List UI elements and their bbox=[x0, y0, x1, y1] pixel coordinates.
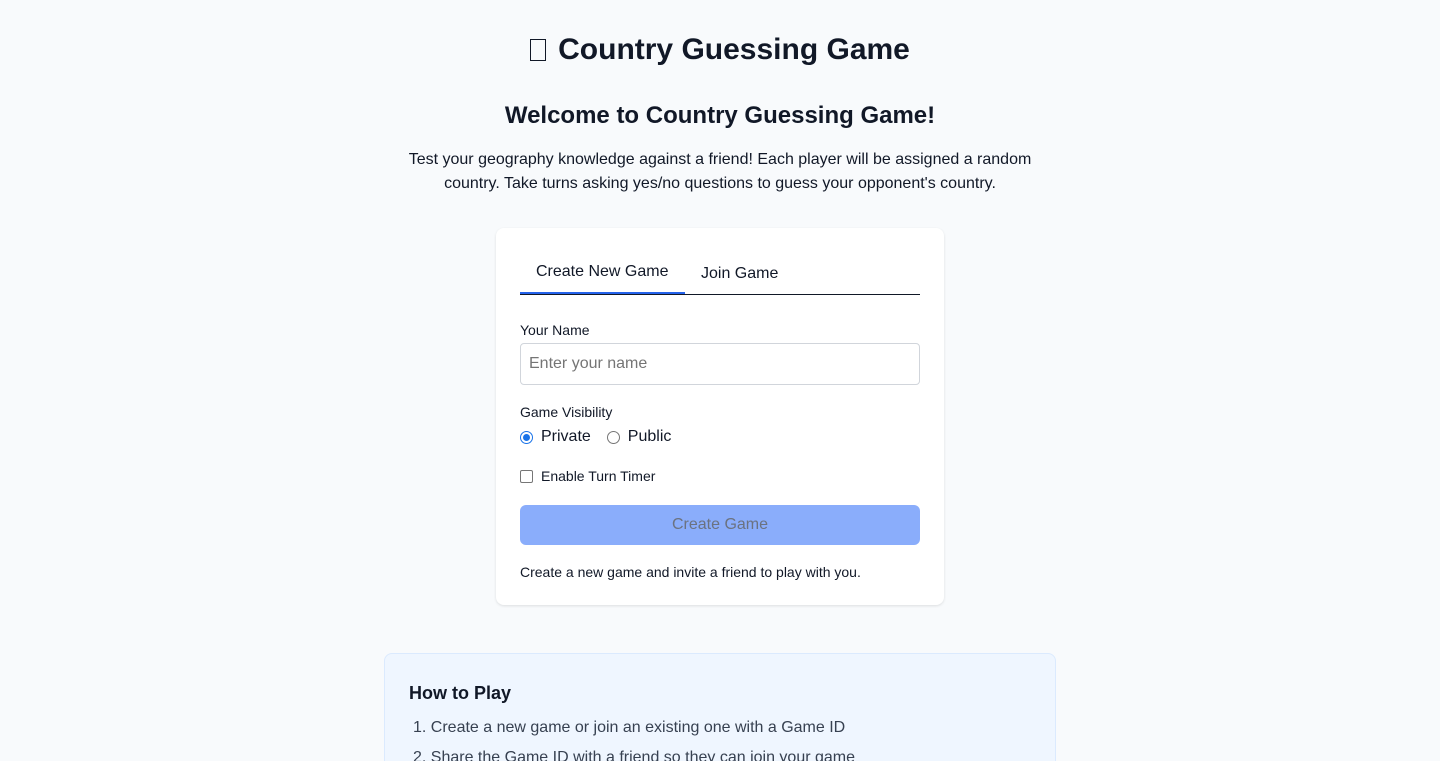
public-label[interactable]: Public bbox=[628, 428, 672, 446]
turn-timer-checkbox[interactable] bbox=[520, 469, 533, 483]
visibility-options: Private Public bbox=[520, 427, 671, 447]
game-setup-card: Create New Game Join Game Your Name Game… bbox=[496, 228, 944, 605]
how-to-play-panel: How to Play 1. Create a new game or join… bbox=[384, 653, 1056, 761]
welcome-heading: Welcome to Country Guessing Game! bbox=[504, 102, 936, 129]
tab-create-new-game[interactable]: Create New Game bbox=[520, 256, 685, 294]
private-label[interactable]: Private bbox=[541, 428, 591, 446]
name-label: Your Name bbox=[520, 322, 590, 338]
how-to-play-steps: 1. Create a new game or join an existing… bbox=[409, 718, 855, 761]
app-title-text: Country Guessing Game bbox=[558, 33, 910, 66]
page: Country Guessing Game Welcome to Country… bbox=[0, 0, 1440, 761]
intro-text: Test your geography knowledge against a … bbox=[408, 151, 1032, 192]
create-game-button[interactable]: Create Game bbox=[520, 505, 920, 545]
list-item: 1. Create a new game or join an existing… bbox=[413, 719, 846, 736]
public-radio[interactable] bbox=[606, 430, 620, 444]
globe-icon bbox=[530, 39, 547, 61]
turn-timer-option: Enable Turn Timer bbox=[520, 467, 655, 485]
name-input[interactable] bbox=[520, 343, 920, 385]
tab-bar: Create New Game Join Game bbox=[520, 256, 920, 295]
list-item: 2. Share the Game ID with a friend so th… bbox=[413, 749, 856, 761]
tab-join-game[interactable]: Join Game bbox=[685, 258, 794, 296]
private-radio[interactable] bbox=[520, 430, 533, 444]
visibility-label: Game Visibility bbox=[520, 404, 613, 420]
helper-text: Create a new game and invite a friend to… bbox=[520, 564, 861, 580]
app-title: Country Guessing Game bbox=[0, 30, 1440, 70]
turn-timer-label[interactable]: Enable Turn Timer bbox=[541, 468, 655, 484]
how-to-play-title: How to Play bbox=[409, 683, 512, 703]
